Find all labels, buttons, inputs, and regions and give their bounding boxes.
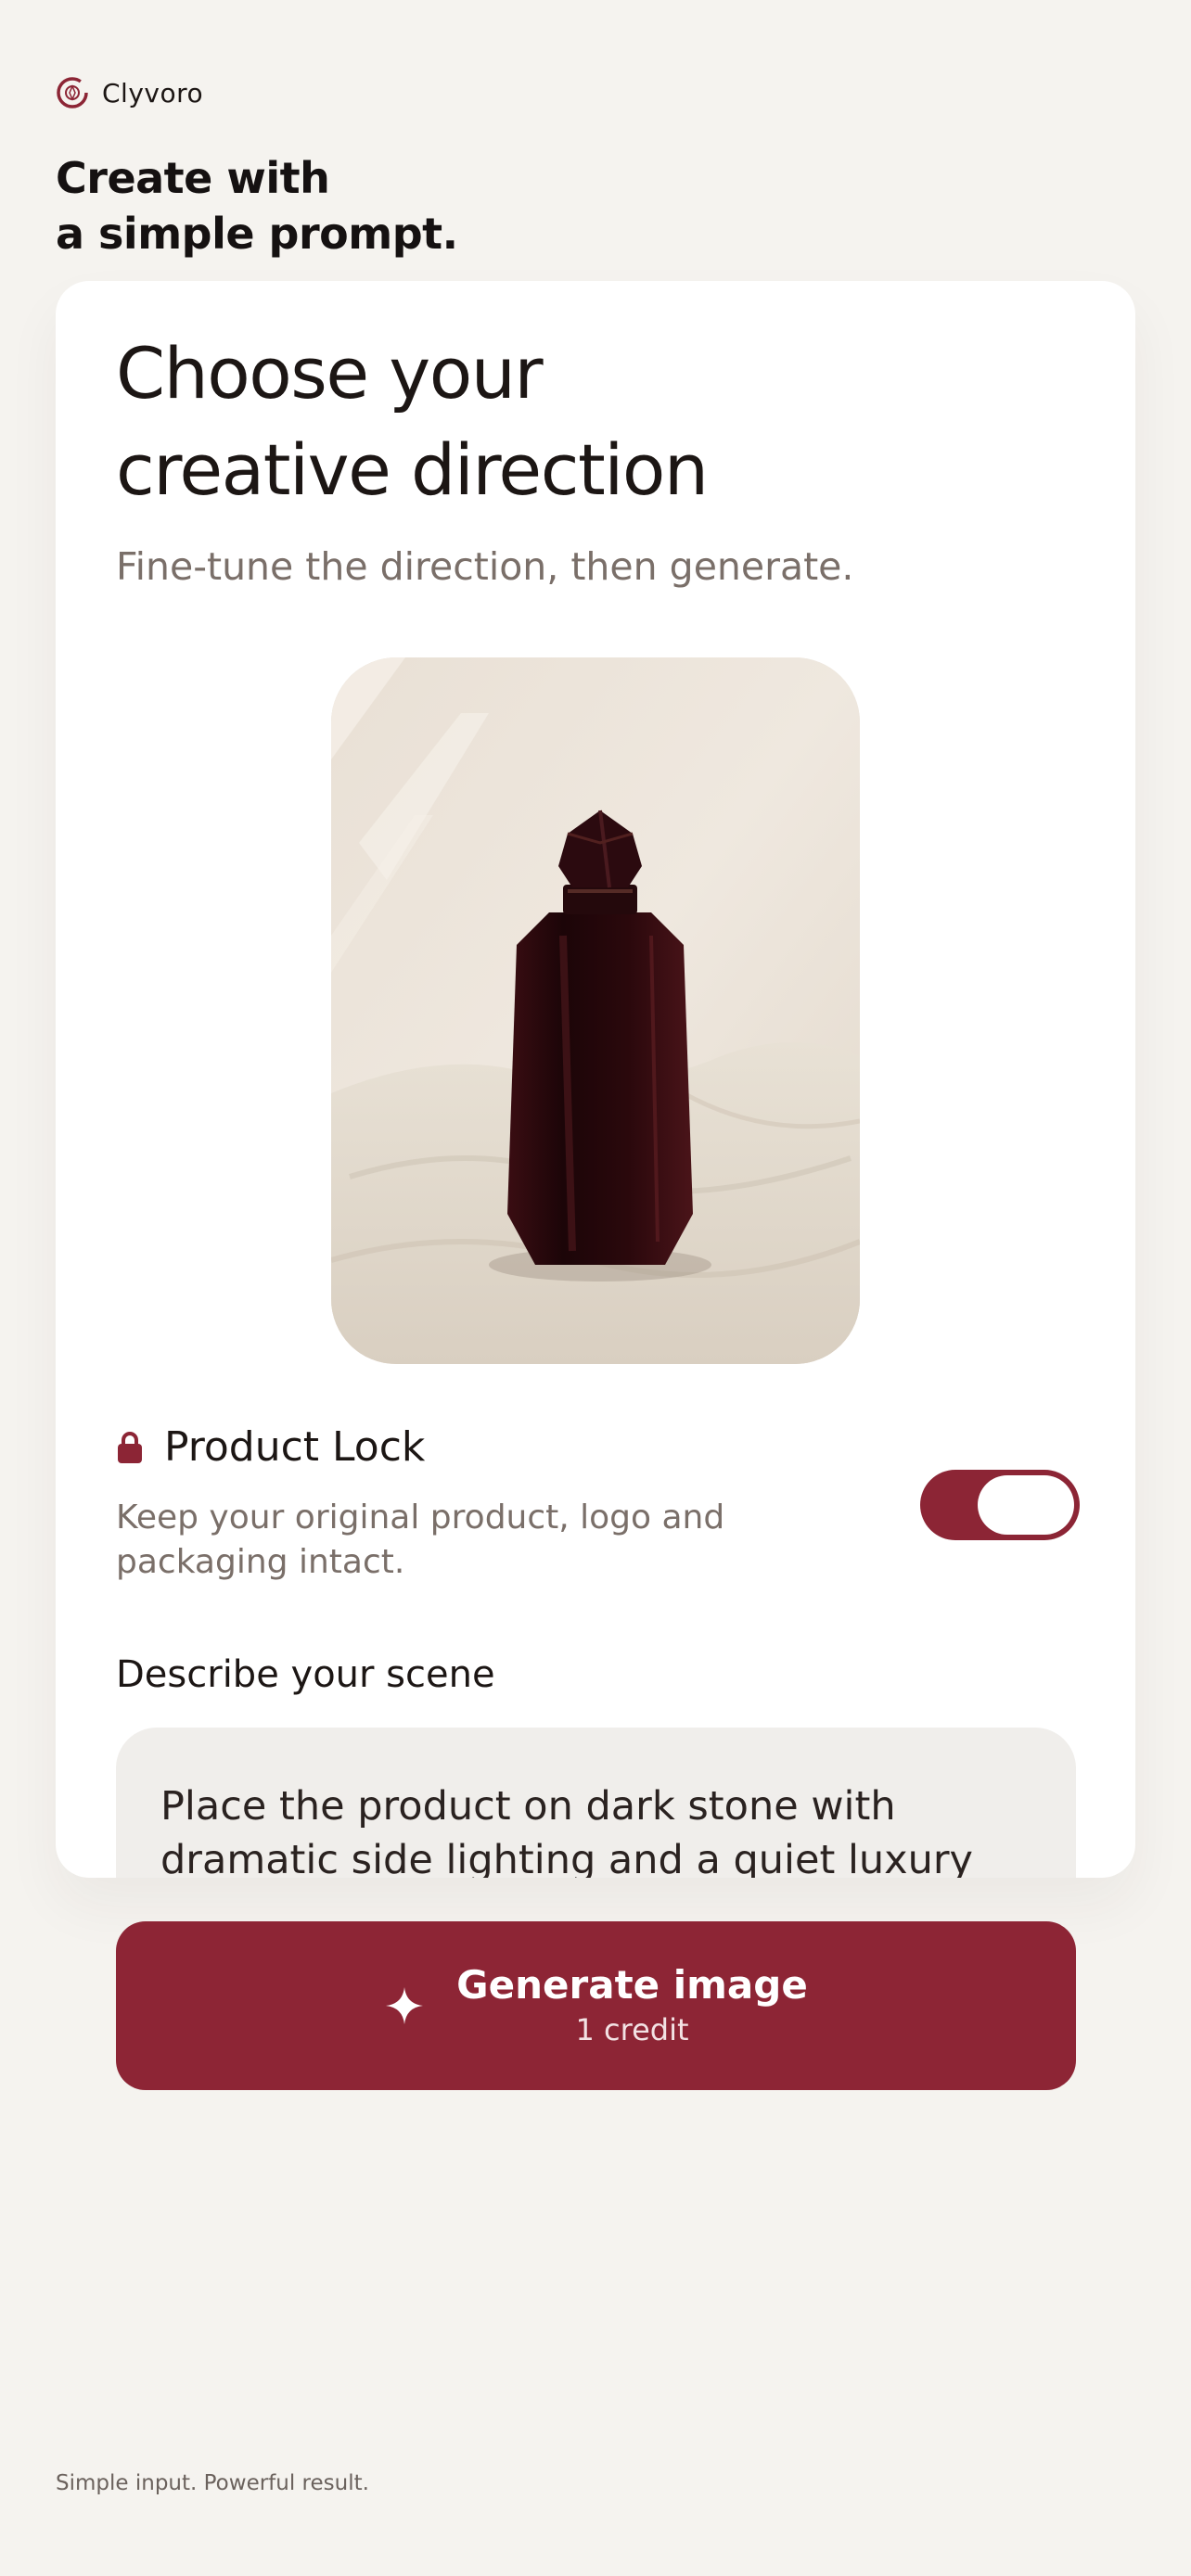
- generate-text: Generate image 1 credit: [456, 1961, 808, 2050]
- scene-input[interactable]: Place the product on dark stone with dra…: [116, 1728, 1076, 1878]
- brand-name: Clyvoro: [102, 77, 204, 108]
- spiral-logo-icon: [57, 77, 88, 108]
- generate-label: Generate image: [456, 1962, 808, 2008]
- card-title-line-1: Choose your: [116, 332, 544, 414]
- card-title-line-2: creative direction: [116, 428, 709, 511]
- perfume-bottle-image: [331, 657, 860, 1364]
- app-page: Clyvoro Create with a simple prompt. Cho…: [0, 0, 1191, 2576]
- footer-note: Simple input. Powerful result.: [56, 2471, 369, 2495]
- toggle-knob: [978, 1475, 1074, 1535]
- scene-input-text: Place the product on dark stone with dra…: [160, 1783, 973, 1878]
- card-subtitle: Fine-tune the direction, then generate.: [116, 544, 854, 589]
- card-title: Choose your creative direction: [116, 325, 951, 518]
- product-lock-toggle[interactable]: [920, 1470, 1080, 1540]
- scene-label: Describe your scene: [116, 1653, 495, 1696]
- generate-image-button[interactable]: Generate image 1 credit: [116, 1921, 1076, 2090]
- brand: Clyvoro: [56, 76, 203, 109]
- product-lock-title: Product Lock: [164, 1423, 426, 1471]
- lock-icon: [118, 1431, 142, 1463]
- tagline-line-2: a simple prompt.: [56, 209, 458, 259]
- generate-credit: 1 credit: [575, 2012, 689, 2047]
- page-tagline: Create with a simple prompt.: [56, 150, 458, 261]
- direction-card: Choose your creative direction Fine-tune…: [56, 281, 1135, 1878]
- tagline-line-1: Create with: [56, 153, 330, 203]
- product-lock-description: Keep your original product, logo and pac…: [116, 1498, 725, 1581]
- product-lock-header: Product Lock: [116, 1423, 425, 1471]
- sparkle-icon: [386, 1987, 424, 2024]
